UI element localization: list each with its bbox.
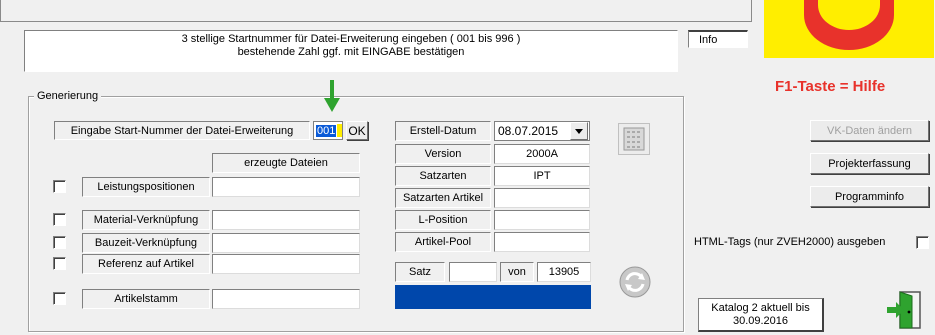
katalog-line-2: 30.09.2016 [732,315,789,327]
satzarten-label: Satzarten [395,166,491,186]
von-label: von [500,262,534,282]
chevron-down-icon[interactable] [570,122,588,140]
label-bauzeit-verknuepfung: Bauzeit-Verknüpfung [82,233,210,253]
label-referenz-auf-artikel: Referenz auf Artikel [82,254,210,274]
field-leistungspositionen [212,177,360,197]
satz-label: Satz [395,262,445,282]
logo [764,0,934,58]
ok-button[interactable]: OK [346,121,368,140]
help-text: F1-Taste = Hilfe [775,78,886,95]
calculator-icon[interactable] [618,123,650,155]
message-line-1: 3 stellige Startnummer für Datei-Erweite… [181,33,521,45]
html-tags-checkbox[interactable] [916,236,929,249]
artikel-pool-label: Artikel-Pool [395,232,491,252]
checkbox-artikelstamm[interactable] [53,292,66,305]
start-number-label: Eingabe Start-Nummer der Datei-Erweiteru… [54,121,310,140]
field-material-verknuepfung [212,210,360,230]
l-position-value [494,210,590,230]
info-field: Info [688,30,748,48]
sync-icon[interactable] [618,265,652,299]
arrow-down-icon [322,80,342,114]
version-label: Version [395,144,491,164]
exit-door-icon[interactable] [884,290,922,330]
label-artikelstamm: Artikelstamm [82,289,210,309]
message-line-2: bestehende Zahl ggf. mit EINGABE bestäti… [237,46,465,58]
artikel-pool-value [494,232,590,252]
satzarten-artikel-value [494,188,590,208]
checkbox-leistungspositionen[interactable] [53,180,66,193]
von-value: 13905 [537,262,591,282]
info-label: Info [699,34,718,46]
checkbox-bauzeit-verknuepfung[interactable] [53,236,66,249]
field-bauzeit-verknuepfung [212,233,360,253]
label-leistungspositionen: Leistungspositionen [82,177,210,197]
html-tags-label: HTML-Tags (nur ZVEH2000) ausgeben [694,236,886,248]
vk-daten-button[interactable]: VK-Daten ändern [810,120,929,141]
erstell-datum-label: Erstell-Datum [395,121,491,141]
message-box: 3 stellige Startnummer für Datei-Erweite… [24,30,678,72]
programminfo-button[interactable]: Programminfo [810,186,929,207]
generated-files-header: erzeugte Dateien [212,153,360,173]
satzarten-value: IPT [494,166,590,186]
l-position-label: L-Position [395,210,491,230]
satzarten-artikel-label: Satzarten Artikel [395,188,491,208]
katalog-line-1: Katalog 2 aktuell bis [711,302,810,314]
checkbox-material-verknuepfung[interactable] [53,213,66,226]
projekterfassung-button[interactable]: Projekterfassung [810,153,929,174]
version-value: 2000A [494,144,590,164]
erstell-datum-select[interactable]: 08.07.2015 [494,121,590,141]
field-artikelstamm [212,289,360,309]
label-material-verknuepfung: Material-Verknüpfung [82,210,210,230]
katalog-box: Katalog 2 aktuell bis 30.09.2016 [698,298,824,332]
satz-value [449,262,497,282]
field-referenz-auf-artikel [212,254,360,274]
start-number-input[interactable]: 001 [313,121,343,140]
checkbox-referenz-auf-artikel[interactable] [53,257,66,270]
group-title: Generierung [34,90,102,102]
top-frame [0,0,752,22]
progress-bar [395,285,591,309]
